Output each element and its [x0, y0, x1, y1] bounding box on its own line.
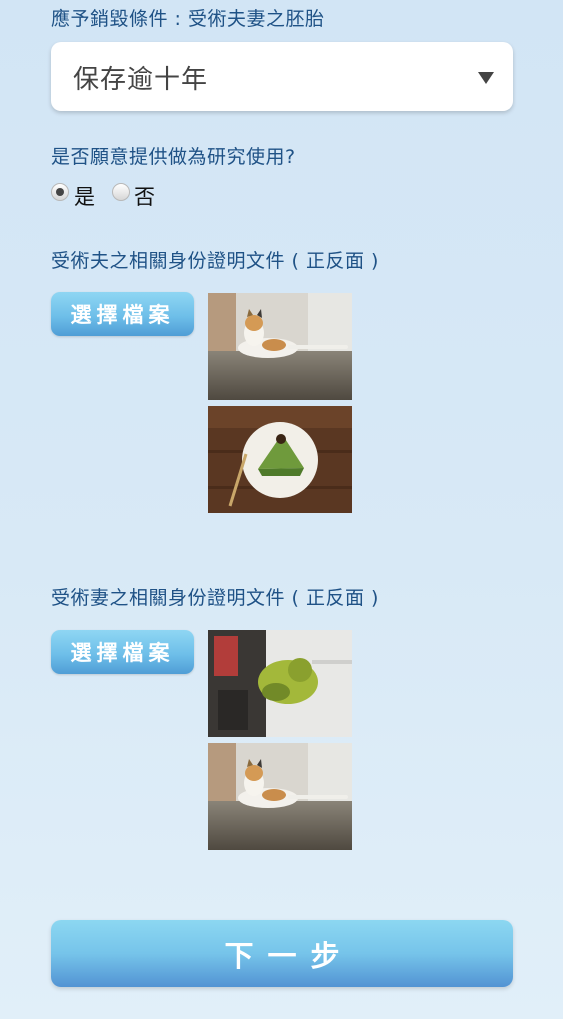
- wife-choose-file-button[interactable]: 選擇檔案: [51, 630, 194, 674]
- radio-checked-dot: [56, 188, 64, 196]
- destroy-condition-label: 應予銷毀條件 : 受術夫妻之胚胎: [51, 8, 325, 30]
- select-value: 保存逾十年: [73, 65, 209, 95]
- next-step-button[interactable]: 下一步: [51, 920, 513, 987]
- radio-yes-label[interactable]: 是: [74, 181, 95, 211]
- wife-docs-label: 受術妻之相關身份證明文件 ( 正反面 ): [51, 587, 379, 609]
- research-consent-question: 是否願意提供做為研究使用?: [51, 146, 296, 168]
- husband-choose-file-button[interactable]: 選擇檔案: [51, 292, 194, 336]
- husband-doc-thumbnail-back[interactable]: [208, 406, 352, 513]
- wife-doc-thumbnail-back[interactable]: [208, 743, 352, 850]
- husband-doc-thumbnail-front[interactable]: [208, 293, 352, 400]
- wife-doc-thumbnail-front[interactable]: [208, 630, 352, 737]
- husband-docs-label: 受術夫之相關身份證明文件 ( 正反面 ): [51, 250, 379, 272]
- dropdown-arrow-icon: [478, 72, 494, 84]
- radio-yes[interactable]: [51, 183, 69, 201]
- radio-no-label[interactable]: 否: [134, 181, 155, 211]
- radio-no[interactable]: [112, 183, 130, 201]
- destroy-condition-select[interactable]: 保存逾十年: [51, 42, 513, 111]
